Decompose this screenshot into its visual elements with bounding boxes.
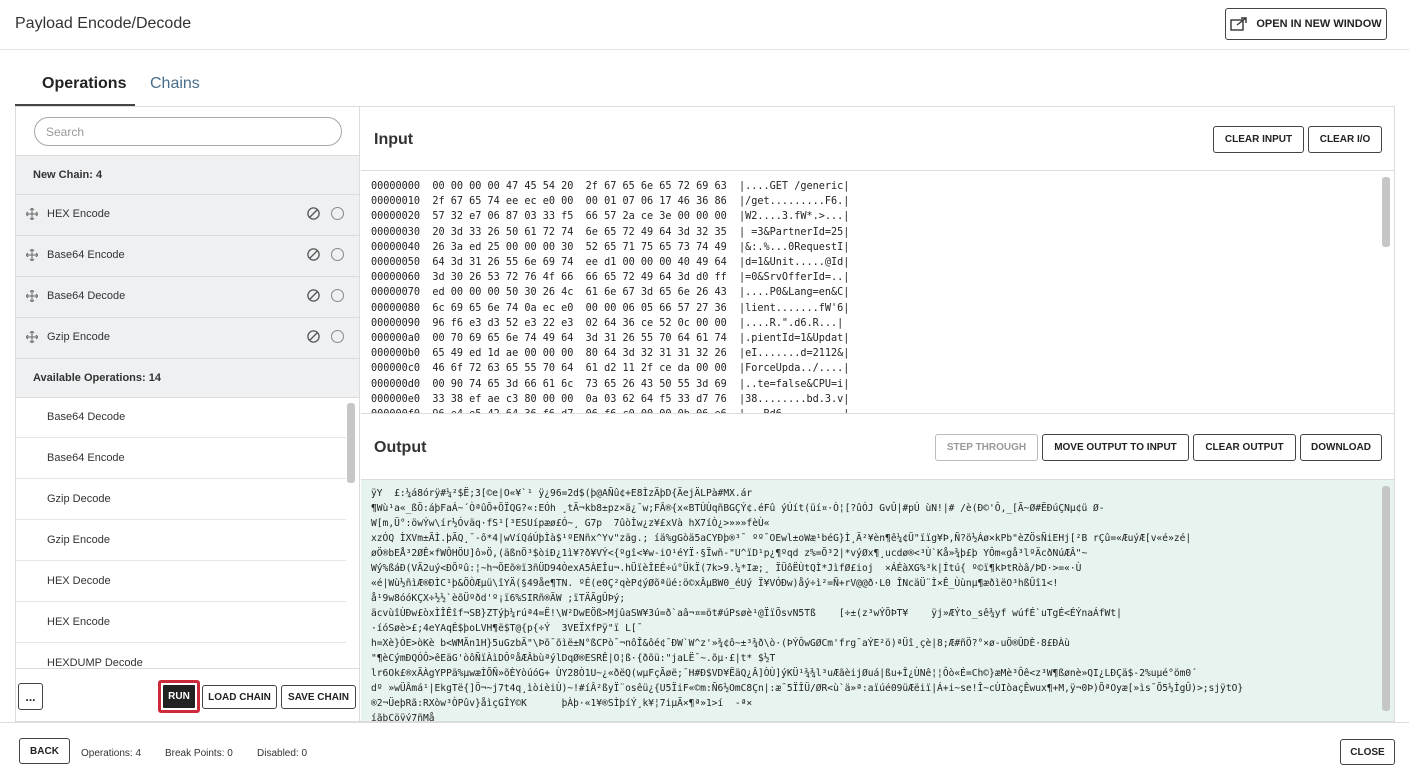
list-item[interactable]: Gzip Decode (16, 479, 346, 520)
main-panel: New Chain: 4 HEX Encode Base64 Encode Ba… (15, 106, 1395, 722)
clear-io-button[interactable]: CLEAR I/O (1308, 126, 1382, 153)
breakpoint-icon[interactable] (331, 289, 344, 302)
list-item[interactable]: Base64 Decode (16, 397, 346, 438)
disable-icon[interactable] (307, 289, 320, 302)
save-chain-button[interactable]: SAVE CHAIN (281, 685, 356, 709)
disable-icon[interactable] (307, 207, 320, 220)
input-scrollbar[interactable] (1382, 177, 1390, 247)
load-chain-button[interactable]: LOAD CHAIN (202, 685, 277, 709)
operations-sidebar: New Chain: 4 HEX Encode Base64 Encode Ba… (16, 107, 360, 721)
drag-handle-icon[interactable] (26, 290, 38, 302)
input-title: Input (374, 131, 414, 148)
output-text[interactable]: ÿY £:¼á8órÿ#¼²$Ë;3[©e|O«¥`¹ ÿ¿96=2d$(þ@A… (371, 486, 1381, 721)
open-in-new-window-label: OPEN IN NEW WINDOW (1256, 18, 1382, 30)
dialog-footer: BACK Operations: 4 Break Points: 0 Disab… (0, 722, 1409, 779)
back-button[interactable]: BACK (19, 738, 70, 764)
list-item[interactable]: HEX Decode (16, 561, 346, 602)
chain-actions: ... RUN LOAD CHAIN SAVE CHAIN (16, 668, 359, 721)
breakpoint-icon[interactable] (331, 330, 344, 343)
break-points-count: Break Points: 0 (165, 748, 233, 759)
tab-bar: Operations Chains (15, 62, 1395, 106)
chain-item[interactable]: HEX Encode (16, 195, 359, 236)
drag-handle-icon[interactable] (26, 331, 38, 343)
list-item[interactable]: Base64 Encode (16, 438, 346, 479)
io-area: Input CLEAR INPUT CLEAR I/O 00000000 00 … (361, 107, 1394, 721)
chain-item[interactable]: Base64 Decode (16, 277, 359, 318)
output-title: Output (374, 439, 427, 456)
available-operations-list: Base64 Decode Base64 Encode Gzip Decode … (16, 397, 359, 667)
step-through-button[interactable]: STEP THROUGH (935, 434, 1038, 461)
open-in-new-window-button[interactable]: OPEN IN NEW WINDOW (1225, 8, 1387, 40)
clear-output-button[interactable]: CLEAR OUTPUT (1193, 434, 1296, 461)
external-window-icon (1230, 17, 1248, 31)
tab-chains[interactable]: Chains (150, 75, 200, 93)
run-button[interactable]: RUN (158, 680, 200, 713)
chain-item[interactable]: Base64 Encode (16, 236, 359, 277)
close-button[interactable]: CLOSE (1340, 739, 1395, 765)
run-button-label: RUN (163, 685, 195, 708)
move-output-to-input-button[interactable]: MOVE OUTPUT TO INPUT (1042, 434, 1189, 461)
disabled-count: Disabled: 0 (257, 748, 308, 759)
list-item[interactable]: HEXDUMP Decode (16, 643, 346, 667)
chain-header: New Chain: 4 (16, 155, 359, 195)
dialog-header: Payload Encode/Decode OPEN IN NEW WINDOW (0, 0, 1409, 50)
operations-count: Operations: 4 (81, 748, 142, 759)
drag-handle-icon[interactable] (26, 208, 38, 220)
chain-item-label: Gzip Encode (47, 331, 110, 343)
drag-handle-icon[interactable] (26, 249, 38, 261)
output-editor[interactable]: ÿY £:¼á8órÿ#¼²$Ë;3[©e|O«¥`¹ ÿ¿96=2d$(þ@A… (361, 479, 1394, 721)
list-item[interactable]: Gzip Encode (16, 520, 346, 561)
search-input[interactable] (34, 117, 342, 146)
download-button[interactable]: DOWNLOAD (1300, 434, 1382, 461)
chain-item-label: Base64 Decode (47, 290, 126, 302)
input-editor[interactable]: 00000000 00 00 00 00 47 45 54 20 2f 67 6… (361, 170, 1394, 414)
disable-icon[interactable] (307, 330, 320, 343)
chain-item-label: Base64 Encode (47, 249, 125, 261)
tab-operations[interactable]: Operations (42, 75, 126, 93)
more-options-button[interactable]: ... (18, 683, 43, 710)
input-hexdump[interactable]: 00000000 00 00 00 00 47 45 54 20 2f 67 6… (371, 179, 849, 413)
breakpoint-icon[interactable] (331, 248, 344, 261)
dialog-title: Payload Encode/Decode (15, 15, 192, 32)
available-list-scrollbar[interactable] (347, 403, 355, 483)
list-item[interactable]: HEX Encode (16, 602, 346, 643)
clear-input-button[interactable]: CLEAR INPUT (1213, 126, 1304, 153)
available-operations-header: Available Operations: 14 (16, 358, 359, 398)
chain-item[interactable]: Gzip Encode (16, 318, 359, 359)
breakpoint-icon[interactable] (331, 207, 344, 220)
disable-icon[interactable] (307, 248, 320, 261)
output-scrollbar[interactable] (1382, 486, 1390, 711)
chain-item-label: HEX Encode (47, 208, 110, 220)
